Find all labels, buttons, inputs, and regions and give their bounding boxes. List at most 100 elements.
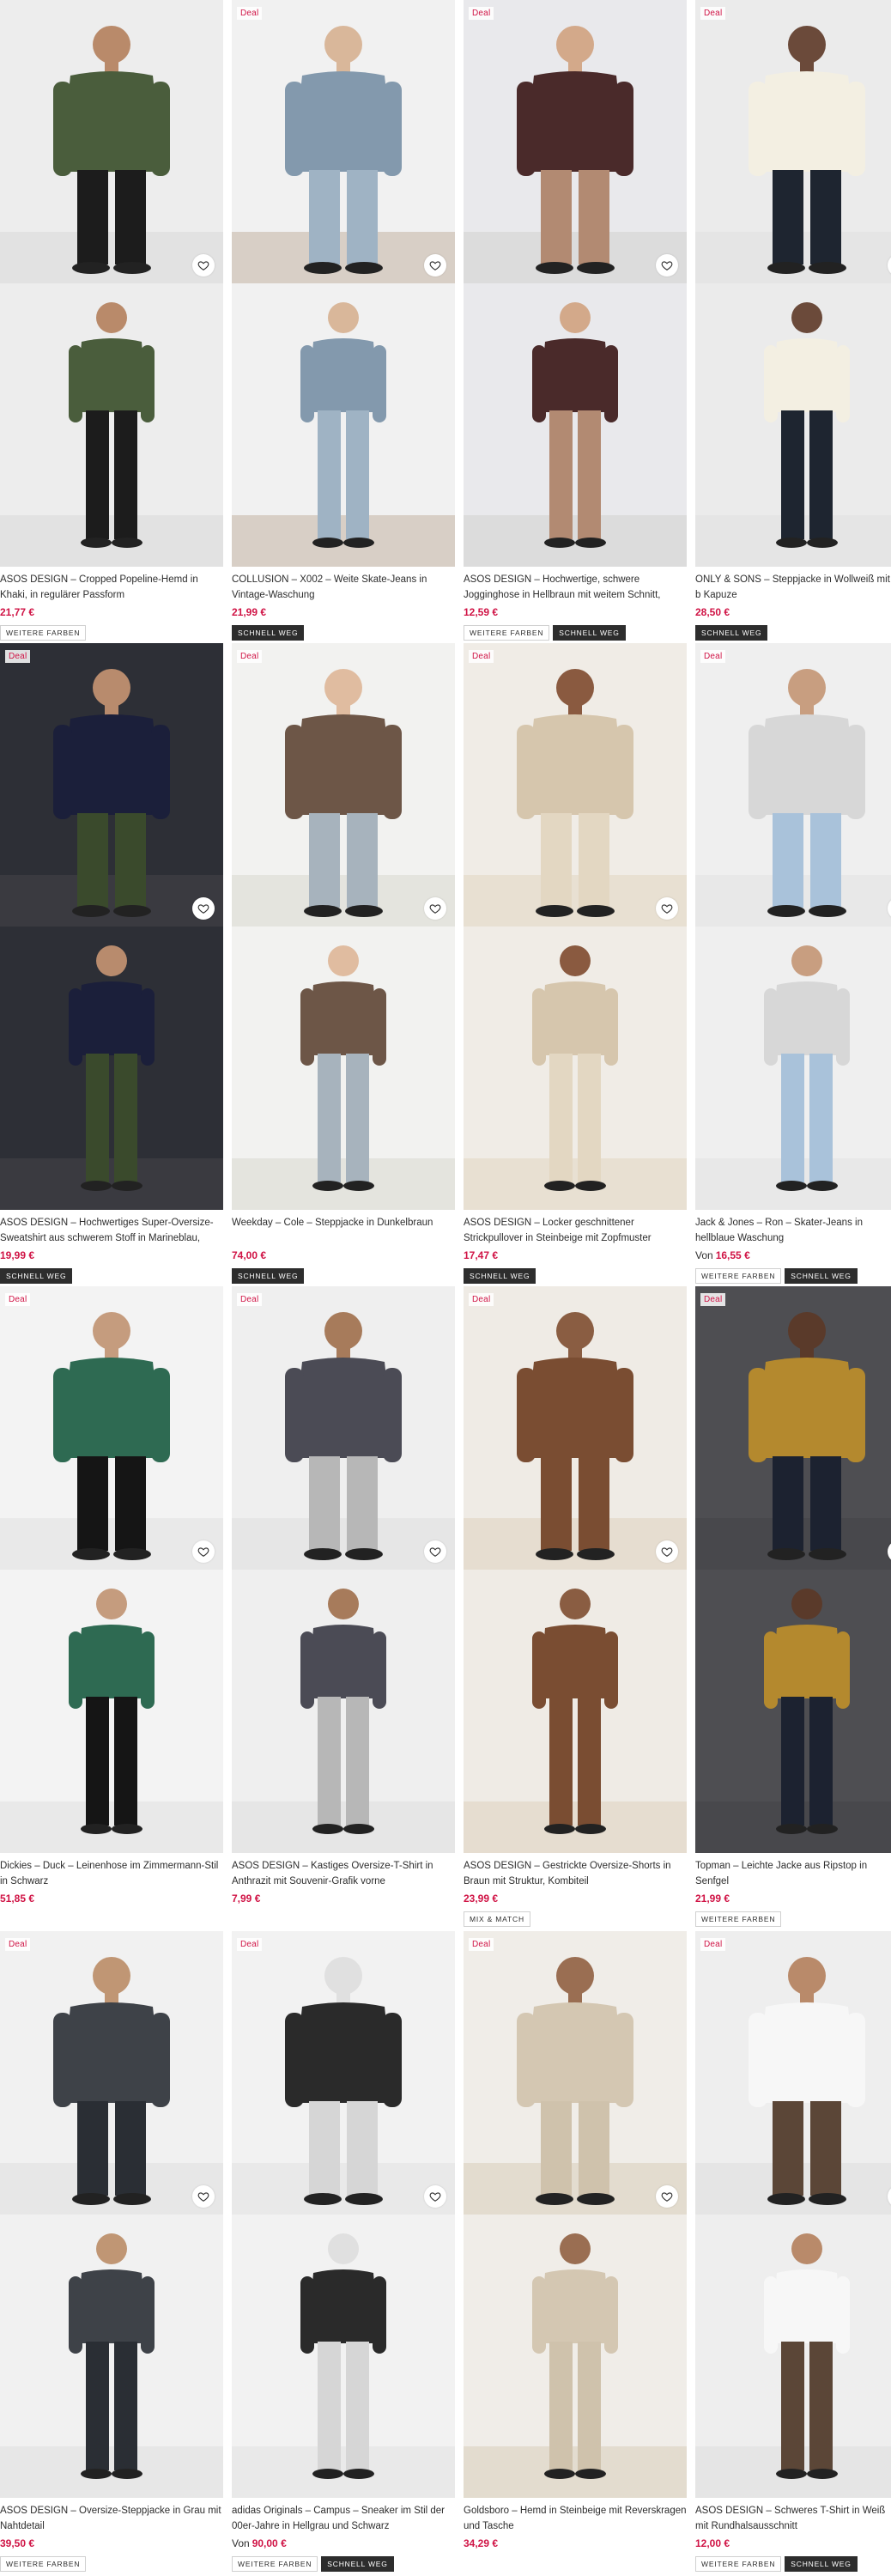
product-alt-image[interactable] [0,1570,223,1853]
product-price: 12,00 € [695,2537,730,2549]
product-title[interactable]: ASOS DESIGN – Schweres T-Shirt in Weiß m… [695,2503,891,2534]
product-title[interactable]: ASOS DESIGN – Hochwertiges Super-Oversiz… [0,1215,223,1246]
product-image[interactable]: Deal [232,0,455,283]
product-image[interactable]: Deal [464,0,687,283]
product-price: 16,55 € [715,1249,750,1261]
product-alt-image[interactable] [464,927,687,1210]
product-title[interactable]: ASOS DESIGN – Kastiges Oversize-T-Shirt … [232,1858,455,1889]
product-card[interactable]: Deal Dickies – Duck – Leinenhose im Zimme… [0,1286,223,1908]
more-colours-badge[interactable]: WEITERE FARBEN [0,625,87,641]
product-image[interactable]: Deal [695,1286,891,1570]
product-tags: WEITERE FARBEN [0,625,223,641]
heart-icon[interactable] [192,897,215,920]
product-image[interactable]: Deal [232,1931,455,2215]
heart-icon[interactable] [192,254,215,276]
product-alt-image[interactable] [232,1570,455,1853]
product-image[interactable]: Deal [695,1931,891,2215]
product-title[interactable]: Weekday – Cole – Steppjacke in Dunkelbra… [232,1215,455,1246]
product-card[interactable]: Deal ASOS DESIGN – Hochwertige, schwere J… [464,0,687,641]
more-colours-badge[interactable]: WEITERE FARBEN [464,625,550,641]
product-image[interactable]: Deal [695,0,891,283]
product-price-row: Von 16,55 € [695,1249,891,1265]
selling-fast-badge: SCHNELL WEG [695,625,768,641]
product-image[interactable]: Deal [232,1286,455,1570]
heart-icon[interactable] [656,897,678,920]
product-card[interactable]: Deal COLLUSION – X002 – Weite Skate-Jeans… [232,0,455,641]
heart-icon[interactable] [192,1540,215,1563]
product-title[interactable]: ASOS DESIGN – Locker geschnittener Stric… [464,1215,687,1246]
product-alt-image[interactable] [695,927,891,1210]
product-alt-image[interactable] [232,283,455,567]
product-info: ONLY & SONS – Steppjacke in Wollweiß mit… [695,567,891,641]
heart-icon[interactable] [192,2185,215,2208]
product-title[interactable]: ASOS DESIGN – Hochwertige, schwere Joggi… [464,572,687,603]
product-image[interactable]: Deal [464,1931,687,2215]
product-card[interactable]: Deal ASOS DESIGN – Kastiges Oversize-T-Sh… [232,1286,455,1908]
product-image[interactable]: Deal [464,1286,687,1570]
product-alt-image[interactable] [464,1570,687,1853]
heart-icon[interactable] [656,1540,678,1563]
product-alt-image[interactable] [232,2215,455,2498]
product-card[interactable]: Deal ASOS DESIGN – Oversize-Steppjacke in… [0,1931,223,2572]
product-title[interactable]: Goldsboro – Hemd in Steinbeige mit Rever… [464,2503,687,2534]
more-colours-badge[interactable]: WEITERE FARBEN [695,1911,782,1927]
product-card[interactable]: Deal Jack & Jones – Ron – Skater-Jeans in… [695,643,891,1284]
product-title[interactable]: Topman – Leichte Jacke aus Ripstop in Se… [695,1858,891,1889]
more-colours-badge[interactable]: WEITERE FARBEN [695,2556,782,2572]
heart-icon[interactable] [656,2185,678,2208]
product-title[interactable]: ASOS DESIGN – Cropped Popeline-Hemd in K… [0,572,223,603]
product-title[interactable]: ASOS DESIGN – Gestrickte Oversize-Shorts… [464,1858,687,1889]
product-info: Dickies – Duck – Leinenhose im Zimmerman… [0,1853,223,1908]
selling-fast-badge: SCHNELL WEG [464,1268,536,1284]
product-card[interactable]: Deal ASOS DESIGN – Hochwertiges Super-Ove… [0,643,223,1284]
product-alt-image[interactable] [695,2215,891,2498]
product-alt-image[interactable] [695,283,891,567]
product-image[interactable]: Deal [0,1931,223,2215]
product-alt-image[interactable] [232,927,455,1210]
product-title[interactable]: Jack & Jones – Ron – Skater-Jeans in hel… [695,1215,891,1246]
product-alt-image[interactable] [464,2215,687,2498]
heart-icon[interactable] [424,1540,446,1563]
heart-icon[interactable] [424,897,446,920]
product-title[interactable]: adidas Originals – Campus – Sneaker im S… [232,2503,455,2534]
product-alt-image[interactable] [0,283,223,567]
product-card[interactable]: Deal Topman – Leichte Jacke aus Ripstop i… [695,1286,891,1927]
product-title[interactable]: ASOS DESIGN – Oversize-Steppjacke in Gra… [0,2503,223,2534]
product-price-row: 21,99 € [695,1893,891,1908]
product-card[interactable]: Deal ONLY & SONS – Steppjacke in Wollweiß… [695,0,891,641]
product-card[interactable]: Deal ASOS DESIGN – Locker geschnittener S… [464,643,687,1284]
more-colours-badge[interactable]: WEITERE FARBEN [695,1268,782,1284]
product-card[interactable]: ASOS DESIGN – Cropped Popeline-Hemd in K… [0,0,223,641]
product-title[interactable]: ONLY & SONS – Steppjacke in Wollweiß mit… [695,572,891,603]
heart-icon[interactable] [656,254,678,276]
product-title[interactable]: COLLUSION – X002 – Weite Skate-Jeans in … [232,572,455,603]
product-alt-image[interactable] [464,283,687,567]
product-title[interactable]: Dickies – Duck – Leinenhose im Zimmerman… [0,1858,223,1889]
product-card[interactable]: Deal Weekday – Cole – Steppjacke in Dunke… [232,643,455,1284]
product-image[interactable]: Deal [232,643,455,927]
product-alt-image[interactable] [695,1570,891,1853]
product-card[interactable]: Deal adidas Originals – Campus – Sneaker … [232,1931,455,2572]
product-price: 17,47 € [464,1249,499,1261]
product-alt-image[interactable] [0,2215,223,2498]
product-image[interactable]: Deal [464,643,687,927]
product-image[interactable]: Deal [0,1286,223,1570]
product-price: 21,77 € [0,606,35,618]
product-price: 19,99 € [0,1249,35,1261]
heart-icon[interactable] [424,254,446,276]
more-colours-badge[interactable]: WEITERE FARBEN [232,2556,318,2572]
product-card[interactable]: Deal ASOS DESIGN – Gestrickte Oversize-Sh… [464,1286,687,1927]
product-tags: SCHNELL WEG [0,1268,223,1284]
product-card[interactable]: Deal ASOS DESIGN – Schweres T-Shirt in We… [695,1931,891,2572]
more-colours-badge[interactable]: WEITERE FARBEN [0,2556,87,2572]
product-tags: WEITERE FARBEN [0,2556,223,2572]
product-card[interactable]: Deal Goldsboro – Hemd in Steinbeige mit R… [464,1931,687,2553]
product-alt-image[interactable] [0,927,223,1210]
product-image[interactable] [0,0,223,283]
product-image[interactable]: Deal [0,643,223,927]
mix-match-badge[interactable]: MIX & MATCH [464,1911,530,1927]
product-image[interactable]: Deal [695,643,891,927]
product-info: ASOS DESIGN – Kastiges Oversize-T-Shirt … [232,1853,455,1908]
heart-icon[interactable] [424,2185,446,2208]
product-info: adidas Originals – Campus – Sneaker im S… [232,2498,455,2572]
